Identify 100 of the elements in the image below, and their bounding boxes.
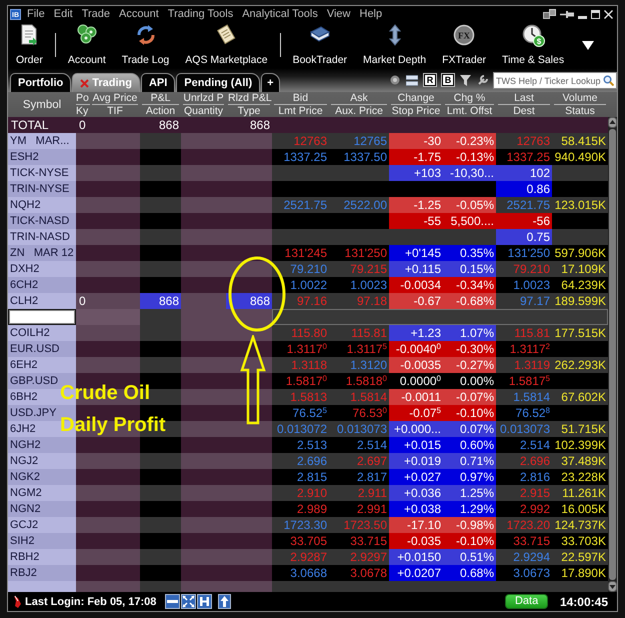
layout-icon[interactable] [543, 9, 556, 19]
menu-item[interactable]: Trading Tools [168, 8, 234, 20]
menu-item[interactable]: File [27, 8, 45, 20]
change-percent-cell: -0.07% [443, 389, 496, 405]
toolbar-button[interactable]: $ Time & Sales [494, 24, 572, 66]
symbol-input[interactable] [8, 309, 76, 325]
change-percent-cell: -0.13% [443, 149, 496, 165]
maximize-icon[interactable] [591, 10, 600, 18]
column-header: Chg % [445, 92, 494, 105]
list-icon[interactable] [406, 74, 418, 86]
change-cell: -0.07$^{5}$ [389, 405, 443, 421]
bid-price: 0.013072 [276, 421, 328, 437]
symbol-text: EUR.USD [9, 342, 61, 357]
search-field[interactable]: TWS Help / Ticker Lookup [493, 72, 617, 89]
menu-item[interactable]: Trade [82, 8, 110, 20]
coins-icon [76, 24, 98, 44]
volume-value: 23.228K [560, 469, 607, 485]
menu-item[interactable]: Edit [54, 8, 73, 20]
last-price: 33.715 [512, 533, 551, 549]
last-price: 1.3117$^{2}$ [508, 341, 551, 357]
volume-value: 940.490K [554, 149, 607, 165]
volume-value: 102.399K [554, 437, 607, 453]
last-login-text: Last Login: Feb 05, 17:08 [25, 596, 156, 608]
last-price: 76.52$^{8}$ [514, 405, 551, 421]
column-header: Symbol [22, 98, 62, 110]
change-percent-cell: -0.68% [443, 293, 496, 309]
bid-price: 2.989 [296, 501, 328, 517]
toolbar-button[interactable]: FX FXTrader [434, 24, 494, 66]
column-header: Volume [554, 92, 606, 105]
column-header: P&L [142, 92, 179, 105]
tab[interactable]: Pending (All) [176, 73, 260, 92]
caret-down-icon[interactable] [582, 40, 594, 50]
add-tab-button[interactable]: + [261, 73, 280, 92]
toolbar-button[interactable]: Market Depth [355, 24, 434, 66]
change-cell: -0.035 [389, 533, 443, 549]
toolbar-button[interactable]: Account [60, 24, 114, 66]
realized-pnl-cell: 868 [226, 293, 272, 309]
caret-up-icon[interactable] [608, 117, 617, 128]
toolbar-button[interactable]: AQS Marketplace [177, 24, 276, 66]
circle-icon[interactable] [390, 75, 400, 85]
change-cell: +103 [389, 165, 443, 181]
ask-price: 1723.50 [342, 517, 388, 533]
search-icon[interactable] [603, 75, 614, 86]
window-bar-icon[interactable] [165, 594, 180, 609]
last-price: 1.0023 [512, 277, 551, 293]
menu-item[interactable]: Account [119, 8, 159, 20]
last-price: 2521.75 [506, 197, 551, 213]
ask-price: 76.53$^{0}$ [352, 405, 388, 421]
filter-icon[interactable] [460, 74, 471, 86]
volume-value: 123.015K [554, 197, 607, 213]
column-header: Ask [331, 92, 387, 105]
menu-item[interactable]: View [326, 8, 350, 20]
last-price: 1337.25 [506, 149, 551, 165]
menu-item[interactable]: Help [360, 8, 382, 20]
ask-price: 1.0023 [349, 277, 388, 293]
column-header: Status [564, 105, 596, 117]
ask-price: 1.3117$^{5}$ [346, 341, 388, 357]
pin-icon[interactable] [560, 10, 574, 18]
bid-price: 2.513 [296, 437, 328, 453]
symbol-text: TRIN-NASD [9, 230, 71, 245]
symbol-text: USD.JPY [9, 406, 58, 421]
menu-item[interactable]: Analytical Tools [242, 8, 318, 20]
bid-price: 115.80 [290, 325, 328, 341]
change-cell: -0.0034 [389, 277, 443, 293]
scrollbar[interactable] [608, 117, 617, 592]
column-header: Bid [274, 92, 327, 105]
columns-icon[interactable] [197, 594, 212, 609]
bid-price: 1.5817$^{0}$ [284, 373, 328, 389]
caret-down-icon[interactable] [608, 581, 617, 592]
brush-icon [13, 594, 22, 608]
scrollbar-thumb[interactable] [609, 129, 616, 580]
change-cell: +0.038 [389, 501, 443, 517]
last-price: 1.3119 [513, 357, 551, 373]
column-header: Po [76, 92, 90, 105]
volume-value: 33.703K [560, 533, 607, 549]
book-icon [308, 24, 331, 44]
toolbar-button[interactable]: BookTrader [284, 24, 356, 66]
symbol-text: TICK-NASD [9, 214, 70, 229]
letter-button[interactable]: B [442, 74, 454, 86]
change-percent-cell: 5,500.... [443, 213, 496, 229]
symbol-text: SIH2 [9, 534, 36, 549]
up-arrow-icon[interactable] [218, 594, 232, 609]
change-cell: -1.25 [389, 197, 443, 213]
ask-price: 2.817 [356, 469, 388, 485]
volume-value: 17.109K [560, 261, 607, 277]
column-header: TIF [106, 105, 124, 117]
expand-icon[interactable] [181, 594, 196, 609]
letter-button[interactable]: R [424, 74, 436, 86]
volume-value: 177.515K [554, 325, 607, 341]
volume-value: 16.005K [560, 501, 607, 517]
toolbar-button[interactable]: Order [8, 24, 51, 66]
tab[interactable]: Portfolio [10, 73, 72, 92]
column-header: Stop Price [390, 105, 442, 117]
change-percent-cell: 0.15% [443, 261, 496, 277]
tab[interactable]: API [140, 73, 176, 92]
wrench-icon[interactable] [477, 74, 488, 86]
volume-value: 22.597K [560, 549, 607, 565]
last-price: 2.992 [518, 501, 551, 517]
last-price: 79.210 [512, 261, 551, 277]
toolbar-button[interactable]: Trade Log [114, 24, 178, 66]
